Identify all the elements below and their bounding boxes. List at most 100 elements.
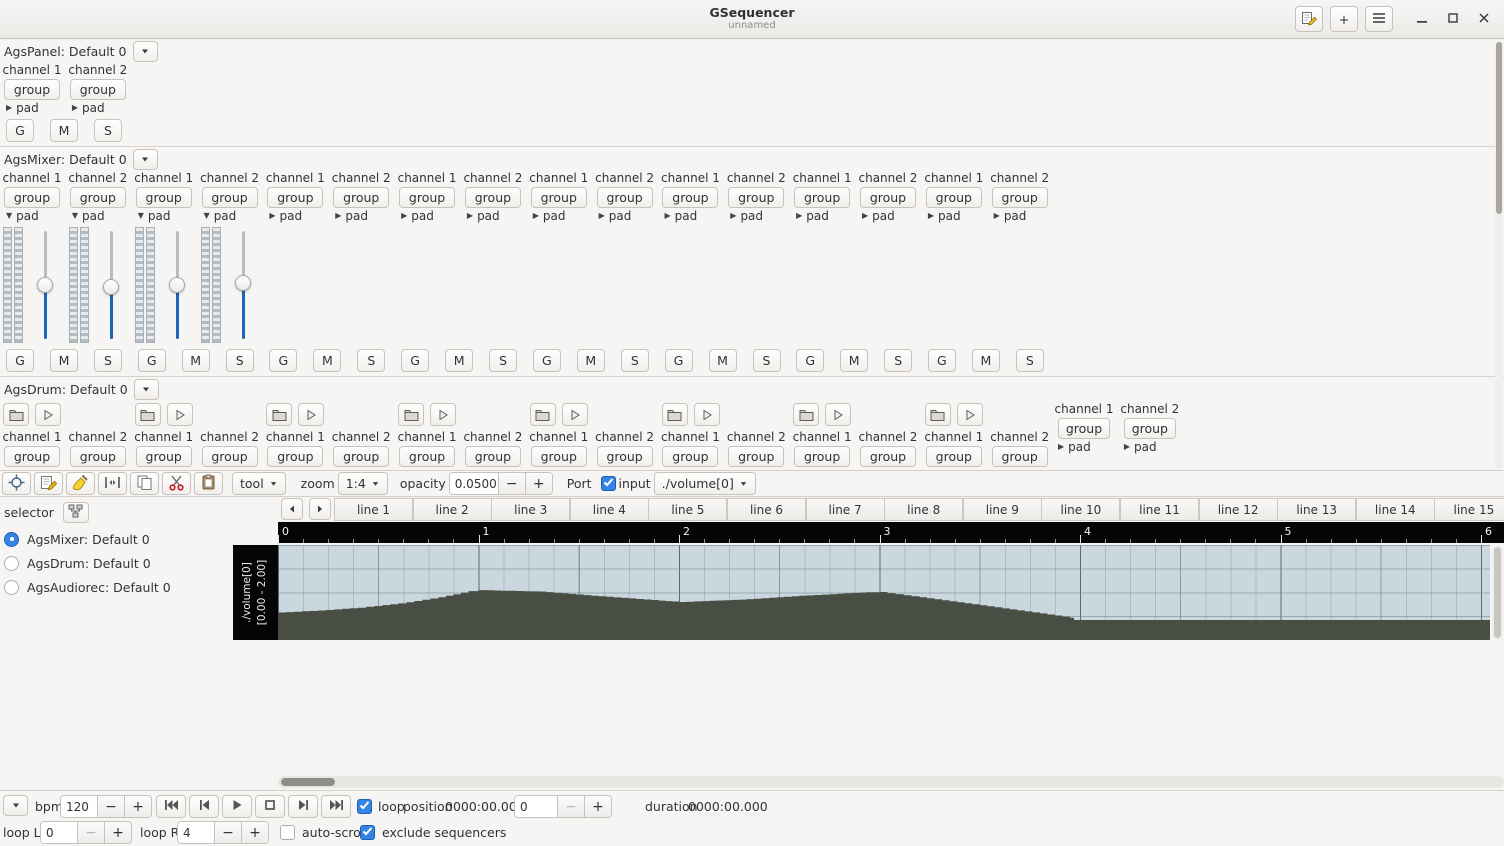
bpm-input[interactable]: 120 bbox=[61, 796, 97, 817]
tab-line-15[interactable]: line 15 bbox=[1434, 498, 1504, 521]
tab-line-3[interactable]: line 3 bbox=[491, 498, 571, 521]
tab-line-9[interactable]: line 9 bbox=[962, 498, 1042, 521]
loop-right-decrement-button[interactable]: − bbox=[214, 822, 241, 843]
edit-notation-button[interactable] bbox=[1295, 6, 1323, 32]
mute-toggle-button[interactable]: M bbox=[708, 349, 737, 372]
tab-line-4[interactable]: line 4 bbox=[569, 498, 649, 521]
solo-toggle-button[interactable]: S bbox=[620, 349, 649, 372]
open-audio-file-button[interactable] bbox=[266, 403, 293, 426]
volume-slider[interactable] bbox=[102, 227, 120, 343]
navigation-expander-button[interactable] bbox=[3, 795, 28, 816]
group-button[interactable]: group bbox=[399, 187, 456, 208]
open-audio-file-button[interactable] bbox=[661, 403, 688, 426]
mute-toggle-button[interactable]: M bbox=[971, 349, 1000, 372]
mute-toggle-button[interactable]: M bbox=[445, 349, 474, 372]
group-button[interactable]: group bbox=[859, 446, 916, 467]
play-sample-button[interactable] bbox=[825, 403, 852, 426]
group-button[interactable]: group bbox=[399, 446, 456, 467]
pad-expander[interactable]: ▶ pad bbox=[664, 208, 697, 224]
group-toggle-button[interactable]: G bbox=[269, 349, 298, 372]
group-button[interactable]: group bbox=[69, 79, 126, 100]
clear-button[interactable] bbox=[66, 472, 95, 495]
tab-line-1[interactable]: line 1 bbox=[334, 498, 413, 521]
open-audio-file-button[interactable] bbox=[924, 403, 951, 426]
group-button[interactable]: group bbox=[267, 446, 324, 467]
solo-toggle-button[interactable]: S bbox=[752, 349, 781, 372]
maximize-button[interactable] bbox=[1441, 7, 1465, 31]
selector-option-agsaudiorec[interactable]: AgsAudiorec: Default 0 bbox=[0, 575, 233, 599]
group-button[interactable]: group bbox=[201, 446, 258, 467]
group-button[interactable]: group bbox=[333, 446, 390, 467]
group-button[interactable]: group bbox=[794, 187, 851, 208]
volume-slider[interactable] bbox=[36, 227, 54, 343]
group-button[interactable]: group bbox=[991, 187, 1048, 208]
edit-button[interactable] bbox=[34, 472, 63, 495]
group-button[interactable]: group bbox=[596, 187, 653, 208]
group-button[interactable]: group bbox=[1123, 418, 1176, 439]
pad-expander[interactable]: ▼ pad bbox=[204, 208, 237, 224]
volume-slider[interactable] bbox=[168, 227, 186, 343]
group-button[interactable]: group bbox=[859, 187, 916, 208]
group-button[interactable]: group bbox=[135, 446, 192, 467]
tab-line-8[interactable]: line 8 bbox=[884, 498, 964, 521]
pad-expander[interactable]: ▶ pad bbox=[796, 208, 829, 224]
group-button[interactable]: group bbox=[925, 187, 982, 208]
open-audio-file-button[interactable] bbox=[398, 403, 425, 426]
group-button[interactable]: group bbox=[662, 187, 719, 208]
group-button[interactable]: group bbox=[991, 446, 1048, 467]
pad-expander[interactable]: ▶ pad bbox=[533, 208, 566, 224]
port-select[interactable]: ./volume[0] bbox=[653, 472, 756, 495]
group-button[interactable]: group bbox=[530, 446, 587, 467]
play-sample-button[interactable] bbox=[35, 403, 61, 426]
opacity-decrement-button[interactable]: − bbox=[497, 473, 525, 494]
play-sample-button[interactable] bbox=[298, 403, 325, 426]
tab-line-10[interactable]: line 10 bbox=[1041, 498, 1121, 521]
open-audio-file-button[interactable] bbox=[3, 403, 29, 426]
loop-left-decrement-button[interactable]: − bbox=[77, 822, 104, 843]
opacity-increment-button[interactable]: + bbox=[524, 473, 552, 494]
group-toggle-button[interactable]: G bbox=[6, 119, 34, 142]
automation-vertical-scrollbar[interactable] bbox=[1492, 545, 1503, 640]
pad-expander[interactable]: ▶ pad bbox=[994, 208, 1027, 224]
solo-toggle-button[interactable]: S bbox=[489, 349, 518, 372]
add-machine-button[interactable]: + bbox=[1330, 6, 1358, 32]
pad-expander[interactable]: ▶ pad bbox=[730, 208, 763, 224]
machine-context-menu-button[interactable] bbox=[132, 148, 158, 170]
mute-toggle-button[interactable]: M bbox=[840, 349, 869, 372]
menu-button[interactable] bbox=[1365, 6, 1393, 32]
group-button[interactable]: group bbox=[4, 187, 60, 208]
position-cursor-button[interactable] bbox=[2, 472, 31, 495]
solo-toggle-button[interactable]: S bbox=[1015, 349, 1044, 372]
tab-line-6[interactable]: line 6 bbox=[727, 498, 806, 521]
group-button[interactable]: group bbox=[4, 79, 60, 100]
group-button[interactable]: group bbox=[794, 446, 851, 467]
tab-line-13[interactable]: line 13 bbox=[1277, 498, 1357, 521]
play-sample-button[interactable] bbox=[430, 403, 457, 426]
pad-expander[interactable]: ▶ pad bbox=[599, 208, 632, 224]
opacity-input[interactable]: 0.0500 bbox=[449, 473, 498, 494]
group-button[interactable]: group bbox=[925, 446, 982, 467]
open-audio-file-button[interactable] bbox=[134, 403, 161, 426]
tab-line-12[interactable]: line 12 bbox=[1198, 498, 1278, 521]
position-decrement-button[interactable]: − bbox=[557, 796, 584, 817]
pad-expander[interactable]: ▶ pad bbox=[269, 208, 302, 224]
pad-expander[interactable]: ▶ pad bbox=[862, 208, 895, 224]
transport-skip-forward-button[interactable] bbox=[321, 795, 351, 818]
play-sample-button[interactable] bbox=[956, 403, 983, 426]
loop-right-input[interactable]: 4 bbox=[178, 822, 214, 843]
transport-seek-backward-button[interactable] bbox=[189, 795, 219, 818]
transport-play-button[interactable] bbox=[222, 795, 252, 818]
loop-left-increment-button[interactable]: + bbox=[104, 822, 131, 843]
loop-checkbox[interactable] bbox=[357, 799, 372, 814]
group-button[interactable]: group bbox=[267, 187, 324, 208]
select-button[interactable] bbox=[98, 472, 127, 495]
pad-expander[interactable]: ▶ pad bbox=[335, 208, 368, 224]
slider-handle[interactable] bbox=[168, 277, 185, 293]
mute-toggle-button[interactable]: M bbox=[576, 349, 605, 372]
group-button[interactable]: group bbox=[728, 446, 785, 467]
play-sample-button[interactable] bbox=[561, 403, 588, 426]
selector-option-agsmixer[interactable]: AgsMixer: Default 0 bbox=[0, 527, 233, 551]
scrollbar-thumb[interactable] bbox=[1494, 547, 1501, 638]
group-button[interactable]: group bbox=[4, 446, 60, 467]
radio-agsmixer[interactable] bbox=[4, 531, 19, 547]
